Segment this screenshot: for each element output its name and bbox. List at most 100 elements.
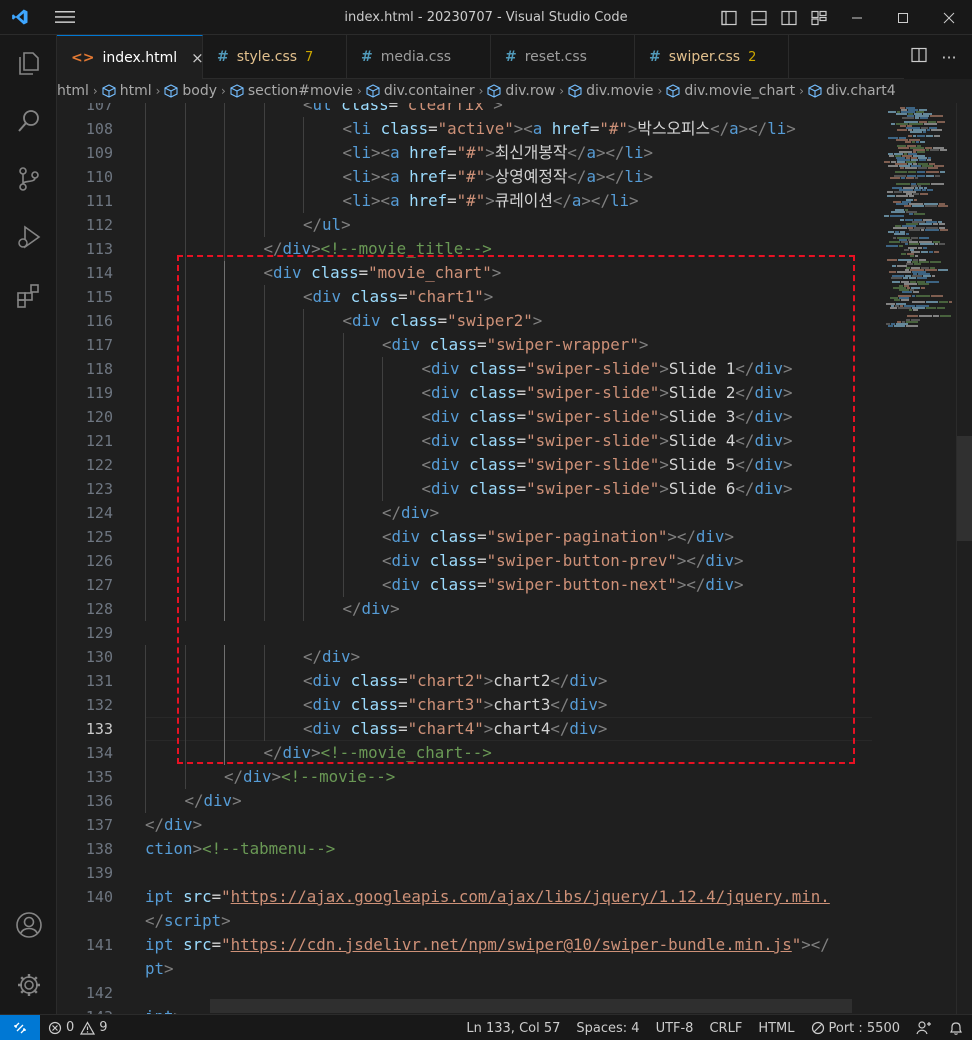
more-actions-icon[interactable]: ··· [934,48,964,67]
code-line[interactable]: <div class="swiper-slide">Slide 5</div> [422,453,793,477]
indent-guide [342,573,344,597]
code-line[interactable]: </div> [382,501,439,525]
code-line[interactable]: ction><!--tabmenu--> [145,837,335,861]
remote-icon[interactable] [0,1014,40,1040]
code-line[interactable]: <div class="chart2">chart2</div> [303,669,607,693]
tab-reset-css[interactable]: # reset.css [491,35,635,79]
code-line[interactable]: </ul> [303,213,351,237]
breadcrumb-item[interactable]: html [102,83,152,99]
source-control-icon[interactable] [0,155,57,203]
code-line[interactable]: <div class="chart3">chart3</div> [303,693,607,717]
settings-gear-icon[interactable] [0,961,57,1009]
menu-icon[interactable] [40,0,90,35]
vertical-scrollbar[interactable] [956,103,972,1014]
code-line[interactable]: </div><!--movie_title--> [264,237,492,261]
code-line[interactable]: ipt> [145,1005,183,1014]
live-server-port[interactable]: Port : 5500 [803,1015,909,1040]
breadcrumb-item[interactable]: div.chart4 [808,83,896,99]
code-line[interactable]: <div class="swiper-wrapper"> [382,333,648,357]
code-line[interactable]: </div> [303,645,360,669]
close-window-icon[interactable] [926,0,972,35]
indent-guide [224,309,225,333]
code-line[interactable]: <div class="swiper2"> [343,309,543,333]
close-icon[interactable]: × [191,49,204,67]
code-line[interactable]: ipt src="https://ajax.googleapis.com/aja… [145,885,830,909]
toggle-secondary-sidebar-icon[interactable] [774,0,804,35]
code-line[interactable]: <div class="swiper-slide">Slide 4</div> [422,429,793,453]
tab-style-css[interactable]: # style.css 7 [203,35,347,79]
minimap-token [913,291,919,293]
indentation[interactable]: Spaces: 4 [568,1015,647,1040]
breadcrumb-item[interactable]: div.row [487,83,555,99]
problems-indicator[interactable]: 0 9 [40,1015,116,1040]
indent-guide [184,285,186,309]
code-line[interactable]: <div class="swiper-slide">Slide 3</div> [422,405,793,429]
code-line[interactable]: <div class="movie_chart"> [264,261,502,285]
minimap-token [901,177,905,179]
breadcrumb-item[interactable]: section#movie [230,83,353,99]
tab-swiper-css[interactable]: # swiper.css 2 [635,35,789,79]
code-area[interactable]: <ul class="clearfix"> <li class="active">… [145,103,880,1014]
code-line[interactable]: <div class="swiper-button-next"></div> [382,573,743,597]
code-line[interactable]: <li class="active"><a href="#">박스오피스</a>… [343,117,796,141]
toggle-panel-icon[interactable] [744,0,774,35]
horizontal-scrollbar[interactable] [210,999,852,1013]
language-mode[interactable]: HTML [750,1015,802,1040]
scrollbar-thumb[interactable] [957,436,972,541]
tab-media-css[interactable]: # media.css [347,35,491,79]
end-of-line[interactable]: CRLF [701,1015,750,1040]
breadcrumb-item[interactable]: html [57,83,89,99]
explorer-icon[interactable] [0,39,57,87]
code-line[interactable]: <div class="swiper-slide">Slide 6</div> [422,477,793,501]
notifications-bell-icon[interactable] [940,1015,972,1040]
code-line[interactable]: ipt src="https://cdn.jsdelivr.net/npm/sw… [145,933,830,957]
minimap-token [927,129,930,131]
code-line[interactable]: <div class="swiper-button-prev"></div> [382,549,743,573]
minimap-token [891,211,905,213]
tab-index-html[interactable]: <> index.html × [57,35,204,79]
line-number: 140 [85,888,113,906]
breadcrumb-item[interactable]: body [164,83,217,99]
code-line[interactable]: <div class="swiper-pagination"></div> [382,525,734,549]
indent-guide [184,165,186,189]
code-line[interactable]: <li><a href="#">상영예정작</a></li> [343,165,654,189]
minimap-token [893,237,896,239]
search-icon[interactable] [0,97,57,145]
problem-count-badge: 2 [748,49,757,65]
code-line[interactable]: pt> [145,957,174,981]
code-line[interactable]: <div class="swiper-slide">Slide 1</div> [422,357,793,381]
code-line[interactable]: <li><a href="#">최신개봉작</a></li> [343,141,654,165]
breadcrumb-item[interactable]: div.movie [568,83,654,99]
maximize-icon[interactable] [880,0,926,35]
encoding[interactable]: UTF-8 [648,1015,702,1040]
account-icon[interactable] [0,901,57,949]
vscode-logo-icon [0,0,40,35]
feedback-icon[interactable] [908,1015,940,1040]
breadcrumb-item[interactable]: div.container [366,83,475,99]
code-line[interactable]: <li><a href="#">큐레이션</a></li> [343,189,639,213]
cursor-position[interactable]: Ln 133, Col 57 [458,1015,568,1040]
toggle-primary-sidebar-icon[interactable] [714,0,744,35]
line-number: 115 [85,288,113,306]
code-line[interactable]: </script> [145,909,231,933]
extensions-icon[interactable] [0,271,57,319]
code-line[interactable]: <ul class="clearfix"> [303,103,503,117]
minimap-token [894,233,905,235]
code-line[interactable]: </div> [343,597,400,621]
code-line[interactable]: </div><!--movie--> [224,765,395,789]
code-line[interactable]: <div class="chart1"> [303,285,493,309]
code-line[interactable]: </div> [185,789,242,813]
code-line[interactable]: <div class="chart4">chart4</div> [303,717,607,741]
run-debug-icon[interactable] [0,213,57,261]
minimize-icon[interactable] [834,0,880,35]
code-line[interactable]: </div><!--movie_chart--> [264,741,492,765]
code-line[interactable]: </div> [145,813,202,837]
minimap[interactable] [880,103,956,1014]
customize-layout-icon[interactable] [804,0,834,35]
breadcrumb-item[interactable]: div.movie_chart [666,83,795,99]
indent-guide [263,165,265,189]
code-line[interactable]: <div class="swiper-slide">Slide 2</div> [422,381,793,405]
code-editor[interactable]: 107 108 109 110 111 112 113 114 115 116 117 118 119 1… [57,103,880,1014]
split-editor-icon[interactable] [904,47,934,67]
indent-guide [184,237,186,261]
